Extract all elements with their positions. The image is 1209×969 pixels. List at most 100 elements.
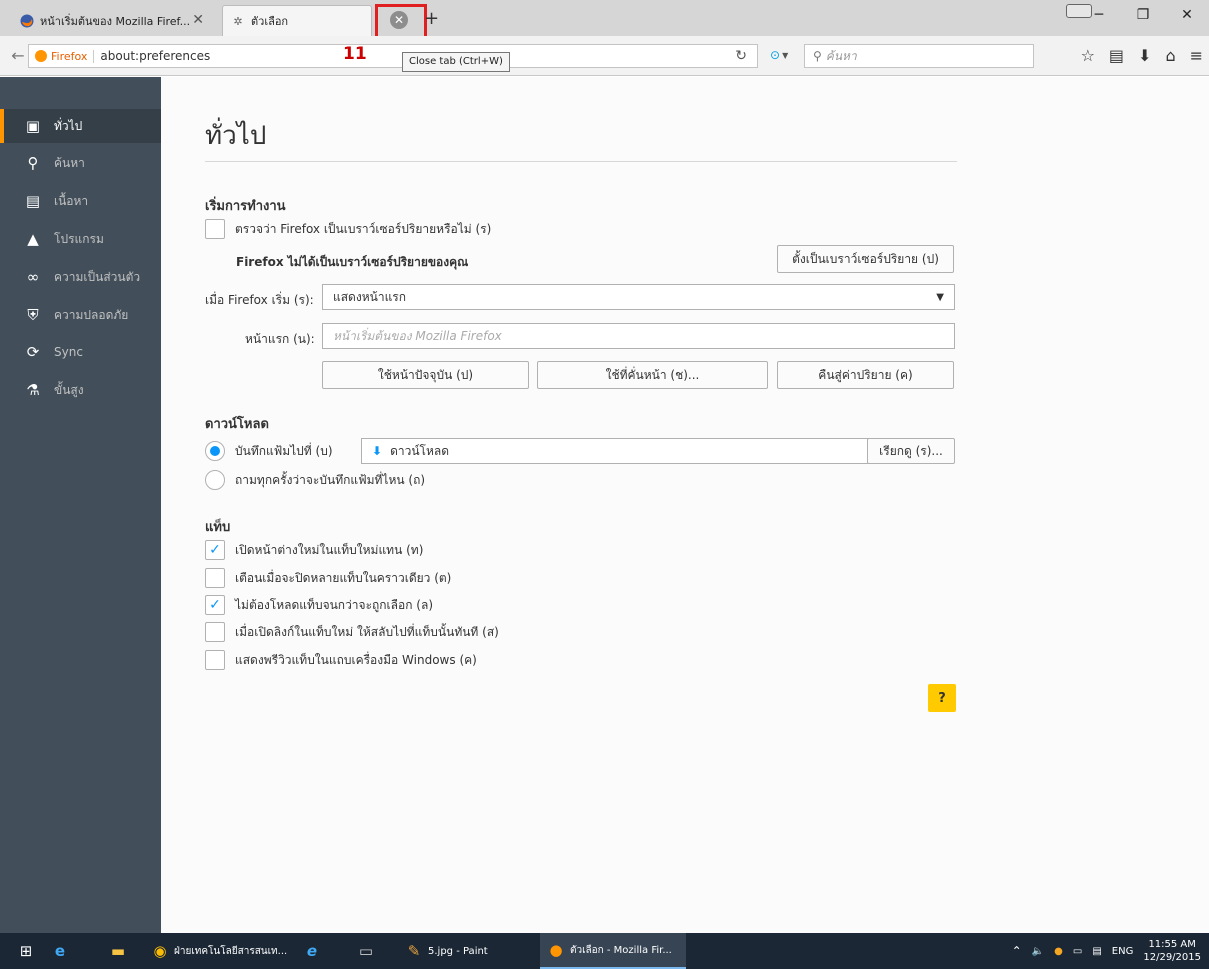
- clock[interactable]: 11:55 AM 12/29/2015: [1143, 938, 1201, 964]
- close-tab-icon[interactable]: ✕: [192, 12, 204, 28]
- windows-logo-icon: ⊞: [19, 942, 33, 960]
- radio-button[interactable]: [205, 470, 225, 490]
- checkbox[interactable]: ✓: [205, 540, 225, 560]
- clock-date: 12/29/2015: [1143, 952, 1201, 963]
- firefox-taskbar-button[interactable]: ● ตัวเลือก - Mozilla Fir...: [540, 933, 686, 969]
- use-bookmark-button[interactable]: ใช้ที่คั่นหน้า (ช)...: [537, 361, 768, 389]
- search-icon: ⚲: [813, 49, 822, 63]
- sidebar-item-label: เนื้อหา: [54, 193, 89, 208]
- page-title: ทั่วไป: [205, 121, 267, 151]
- navigation-toolbar: ← Firefox about:preferences ↻ ⊙ ▼ ⚲ ค้นหา…: [0, 36, 1209, 76]
- language-indicator[interactable]: ENG: [1112, 946, 1134, 957]
- paint-icon: ✎: [407, 942, 421, 960]
- save-to-radio[interactable]: บันทึกแฟ้มไปที่ (บ): [205, 441, 333, 461]
- cmd-taskbar-button[interactable]: ▭: [356, 933, 380, 969]
- help-button[interactable]: ?: [928, 684, 956, 712]
- firefox-icon: [35, 50, 47, 62]
- sidebar-item-security[interactable]: ⛨ ความปลอดภัย: [0, 298, 161, 332]
- chevron-down-icon: ▼: [936, 291, 944, 303]
- close-window-button[interactable]: ✕: [1165, 0, 1209, 30]
- network-icon[interactable]: ▭: [1073, 946, 1082, 957]
- sidebar-item-content[interactable]: ▤ เนื้อหา: [0, 184, 161, 218]
- back-button[interactable]: ←: [8, 46, 28, 66]
- privacy-mask-icon: ∞: [26, 268, 40, 286]
- taskbar-item-label: ตัวเลือก - Mozilla Fir...: [570, 944, 672, 956]
- homepage-input[interactable]: หน้าเริ่มต้นของ Mozilla Firefox: [322, 323, 955, 349]
- checkbox-label: เมื่อเปิดลิงก์ในแท็บใหม่ ให้สลับไปที่แท็…: [235, 624, 499, 639]
- search-engine-selector[interactable]: ⊙ ▼: [770, 48, 788, 62]
- explorer-taskbar-button[interactable]: ▬: [108, 933, 132, 969]
- download-icon[interactable]: ⬇: [1138, 46, 1151, 65]
- sidebar-item-general[interactable]: ▣ ทั่วไป: [0, 109, 161, 143]
- select-value: แสดงหน้าแรก: [333, 289, 407, 304]
- checkbox-label: เตือนเมื่อจะปิดหลายแท็บในคราวเดียว (ต): [235, 570, 452, 585]
- checkbox[interactable]: ✓: [205, 595, 225, 615]
- volume-icon[interactable]: 🔈: [1032, 946, 1044, 957]
- checkbox-label: ตรวจว่า Firefox เป็นเบราว์เซอร์ปริยายหรื…: [235, 221, 492, 236]
- new-tab-button[interactable]: +: [424, 8, 439, 29]
- dont-load-tabs-checkbox[interactable]: ✓ ไม่ต้องโหลดแท็บจนกว่าจะถูกเลือก (ล): [205, 595, 433, 615]
- menu-icon[interactable]: ≡: [1190, 46, 1203, 65]
- identity-badge[interactable]: Firefox: [35, 49, 95, 63]
- use-current-page-button[interactable]: ใช้หน้าปัจจุบัน (ป): [322, 361, 529, 389]
- sidebar-item-applications[interactable]: ▲ โปรแกรม: [0, 222, 161, 256]
- folder-icon: ▬: [110, 942, 126, 960]
- notification-app-icon[interactable]: ●: [1054, 946, 1063, 957]
- firefox-icon: [20, 14, 34, 28]
- ie-taskbar-button[interactable]: e: [302, 933, 326, 969]
- sidebar-item-privacy[interactable]: ∞ ความเป็นส่วนตัว: [0, 260, 161, 294]
- download-folder-name: ดาวน์โหลด: [390, 443, 450, 458]
- check-default-checkbox[interactable]: ตรวจว่า Firefox เป็นเบราว์เซอร์ปริยายหรื…: [205, 219, 491, 239]
- action-center-icon[interactable]: ▤: [1092, 946, 1101, 957]
- startup-heading: เริ่มการทำงาน: [205, 199, 286, 214]
- home-icon[interactable]: ⌂: [1165, 46, 1175, 65]
- sidebar-item-sync[interactable]: ⟳ Sync: [0, 335, 161, 369]
- checkbox[interactable]: [205, 568, 225, 588]
- checkbox-label: เปิดหน้าต่างใหม่ในแท็บใหม่แทน (ท): [235, 542, 424, 557]
- search-input[interactable]: ⚲ ค้นหา: [804, 44, 1034, 68]
- tabs-heading: แท็บ: [205, 520, 231, 535]
- radio-button[interactable]: [205, 441, 225, 461]
- browse-button[interactable]: เรียกดู (ร)...: [867, 438, 955, 464]
- chevron-up-icon[interactable]: ⌃: [1012, 944, 1022, 958]
- paint-taskbar-button[interactable]: ✎ 5.jpg - Paint: [404, 933, 488, 969]
- sidebar-item-advanced[interactable]: ⚗ ขั้นสูง: [0, 373, 161, 407]
- sidebar-item-search[interactable]: ⚲ ค้นหา: [0, 146, 161, 180]
- minimize-button[interactable]: ─: [1077, 0, 1121, 30]
- make-default-button[interactable]: ตั้งเป็นเบราว์เซอร์ปริยาย (ป): [777, 245, 954, 273]
- firefox-icon: ●: [549, 941, 563, 959]
- reload-icon[interactable]: ↻: [735, 48, 747, 64]
- sidebar-item-label: ความปลอดภัย: [54, 307, 129, 322]
- tab-label: หน้าเริ่มต้นของ Mozilla Firef...: [40, 14, 191, 28]
- sidebar-item-label: ความเป็นส่วนตัว: [54, 269, 141, 284]
- edge-taskbar-button[interactable]: e: [50, 933, 74, 969]
- restore-default-button[interactable]: คืนสู่ค่าปริยาย (ค): [777, 361, 954, 389]
- url-bar[interactable]: Firefox about:preferences ↻: [28, 44, 758, 68]
- switch-to-new-tab-checkbox[interactable]: เมื่อเปิดลิงก์ในแท็บใหม่ ให้สลับไปที่แท็…: [205, 622, 499, 642]
- identity-label: Firefox: [51, 49, 88, 63]
- content-icon: ▤: [25, 192, 41, 210]
- checkbox[interactable]: [205, 219, 225, 239]
- preferences-sidebar: ▣ ทั่วไป ⚲ ค้นหา ▤ เนื้อหา ▲ โปรแกรม ∞ ค…: [0, 77, 161, 933]
- tab-options[interactable]: ✲ ตัวเลือก: [222, 5, 372, 36]
- bookmark-star-icon[interactable]: ☆: [1081, 46, 1095, 65]
- show-tab-previews-checkbox[interactable]: แสดงพรีวิวแท็บในแถบเครื่องมือ Windows (ค…: [205, 650, 477, 670]
- startup-page-select[interactable]: แสดงหน้าแรก ▼: [322, 284, 955, 310]
- checkbox[interactable]: [205, 622, 225, 642]
- toolbar-icons: ☆ ▤ ⬇ ⌂ ≡: [1081, 46, 1203, 65]
- step-number-annotation: 11: [343, 44, 367, 64]
- warn-close-tabs-checkbox[interactable]: เตือนเมื่อจะปิดหลายแท็บในคราวเดียว (ต): [205, 568, 451, 588]
- tab-firefox-start[interactable]: หน้าเริ่มต้นของ Mozilla Firef... ✕: [12, 5, 212, 36]
- system-tray: ⌃ 🔈 ● ▭ ▤ ENG 11:55 AM 12/29/2015: [1012, 933, 1201, 969]
- checkbox[interactable]: [205, 650, 225, 670]
- checkbox-label: ไม่ต้องโหลดแท็บจนกว่าจะถูกเลือก (ล): [235, 597, 434, 612]
- reading-list-icon[interactable]: ▤: [1109, 46, 1124, 65]
- homepage-label: หน้าแรก (น):: [245, 332, 315, 346]
- open-new-windows-in-tab-checkbox[interactable]: ✓ เปิดหน้าต่างใหม่ในแท็บใหม่แทน (ท): [205, 540, 423, 560]
- download-folder-field: ⬇ ดาวน์โหลด: [361, 438, 869, 464]
- start-button[interactable]: ⊞: [16, 933, 40, 969]
- internet-explorer-icon: e: [306, 942, 318, 960]
- restore-button[interactable]: ❐: [1121, 0, 1165, 30]
- chrome-taskbar-button[interactable]: ◉ ฝ่ายเทคโนโลยีสารสนเท...: [150, 933, 287, 969]
- always-ask-radio[interactable]: ถามทุกครั้งว่าจะบันทึกแฟ้มที่ไหน (ถ): [205, 470, 425, 490]
